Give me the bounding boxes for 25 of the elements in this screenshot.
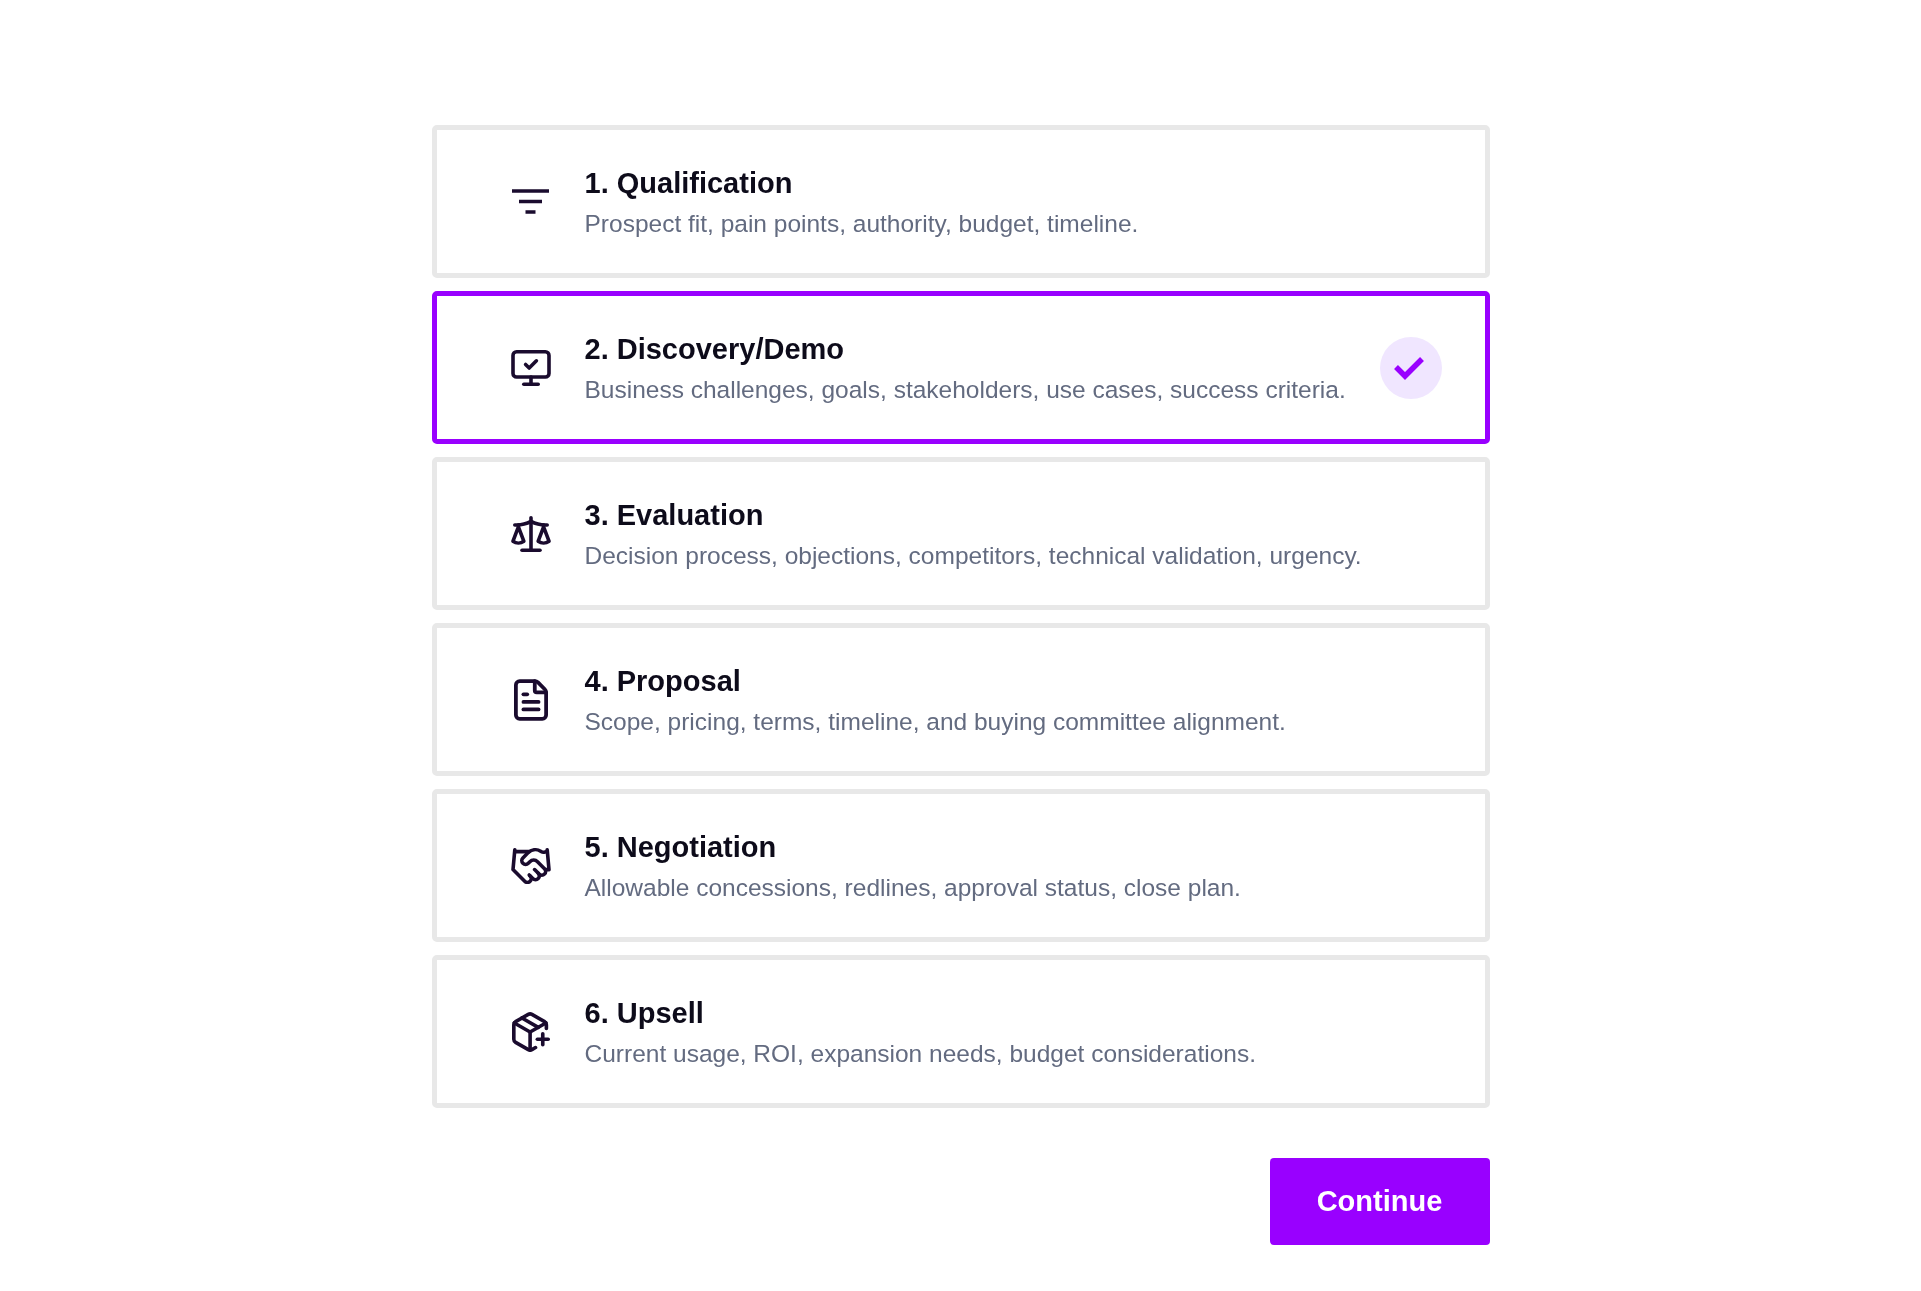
stage-title: 6. Upsell <box>584 995 705 1031</box>
stage-title: 4. Proposal <box>584 663 742 699</box>
stage-option[interactable]: 6. Upsell Current usage, ROI, expansion needs, budget considerations. <box>431 955 1490 1108</box>
stage-title: 3. Evaluation <box>584 497 765 533</box>
stage-description: Decision process, objections, competitors, technical validation, urgency. <box>584 540 1363 571</box>
filter-icon <box>512 189 549 214</box>
stage-description: Scope, pricing, terms, timeline, and buying committee alignment. <box>584 706 1287 737</box>
stage-description: Business challenges, goals, stakeholders, use cases, success criteria. <box>584 374 1347 405</box>
stage-option[interactable]: 5. Negotiation Allowable concessions, redlines, approval status, close plan. <box>431 789 1490 942</box>
document-icon <box>513 678 548 721</box>
monitor-check-icon <box>510 349 551 386</box>
stage-option[interactable]: 1. Qualification Prospect fit, pain points, authority, budget, timeline. <box>431 125 1490 278</box>
stage-option[interactable]: 4. Proposal Scope, pricing, terms, timeline, and buying committee alignment. <box>431 623 1490 776</box>
stage-description: Prospect fit, pain points, authority, budget, timeline. <box>584 208 1140 239</box>
stage-option[interactable]: 2. Discovery/Demo Business challenges, goals, stakeholders, use cases, success criteria. <box>431 291 1490 444</box>
stage-description: Allowable concessions, redlines, approval status, close plan. <box>584 872 1242 903</box>
stage-title: 2. Discovery/Demo <box>584 331 845 367</box>
continue-button[interactable]: Continue <box>1269 1158 1490 1245</box>
stage-title: 1. Qualification <box>584 165 794 201</box>
stage-title: 5. Negotiation <box>584 829 778 865</box>
handshake-icon <box>510 847 551 884</box>
box-plus-icon <box>511 1011 550 1052</box>
stage-description: Current usage, ROI, expansion needs, budget considerations. <box>584 1038 1257 1069</box>
stage-option[interactable]: 3. Evaluation Decision process, objections, competitors, technical validation, urgency. <box>431 457 1490 610</box>
scales-icon <box>510 515 551 552</box>
